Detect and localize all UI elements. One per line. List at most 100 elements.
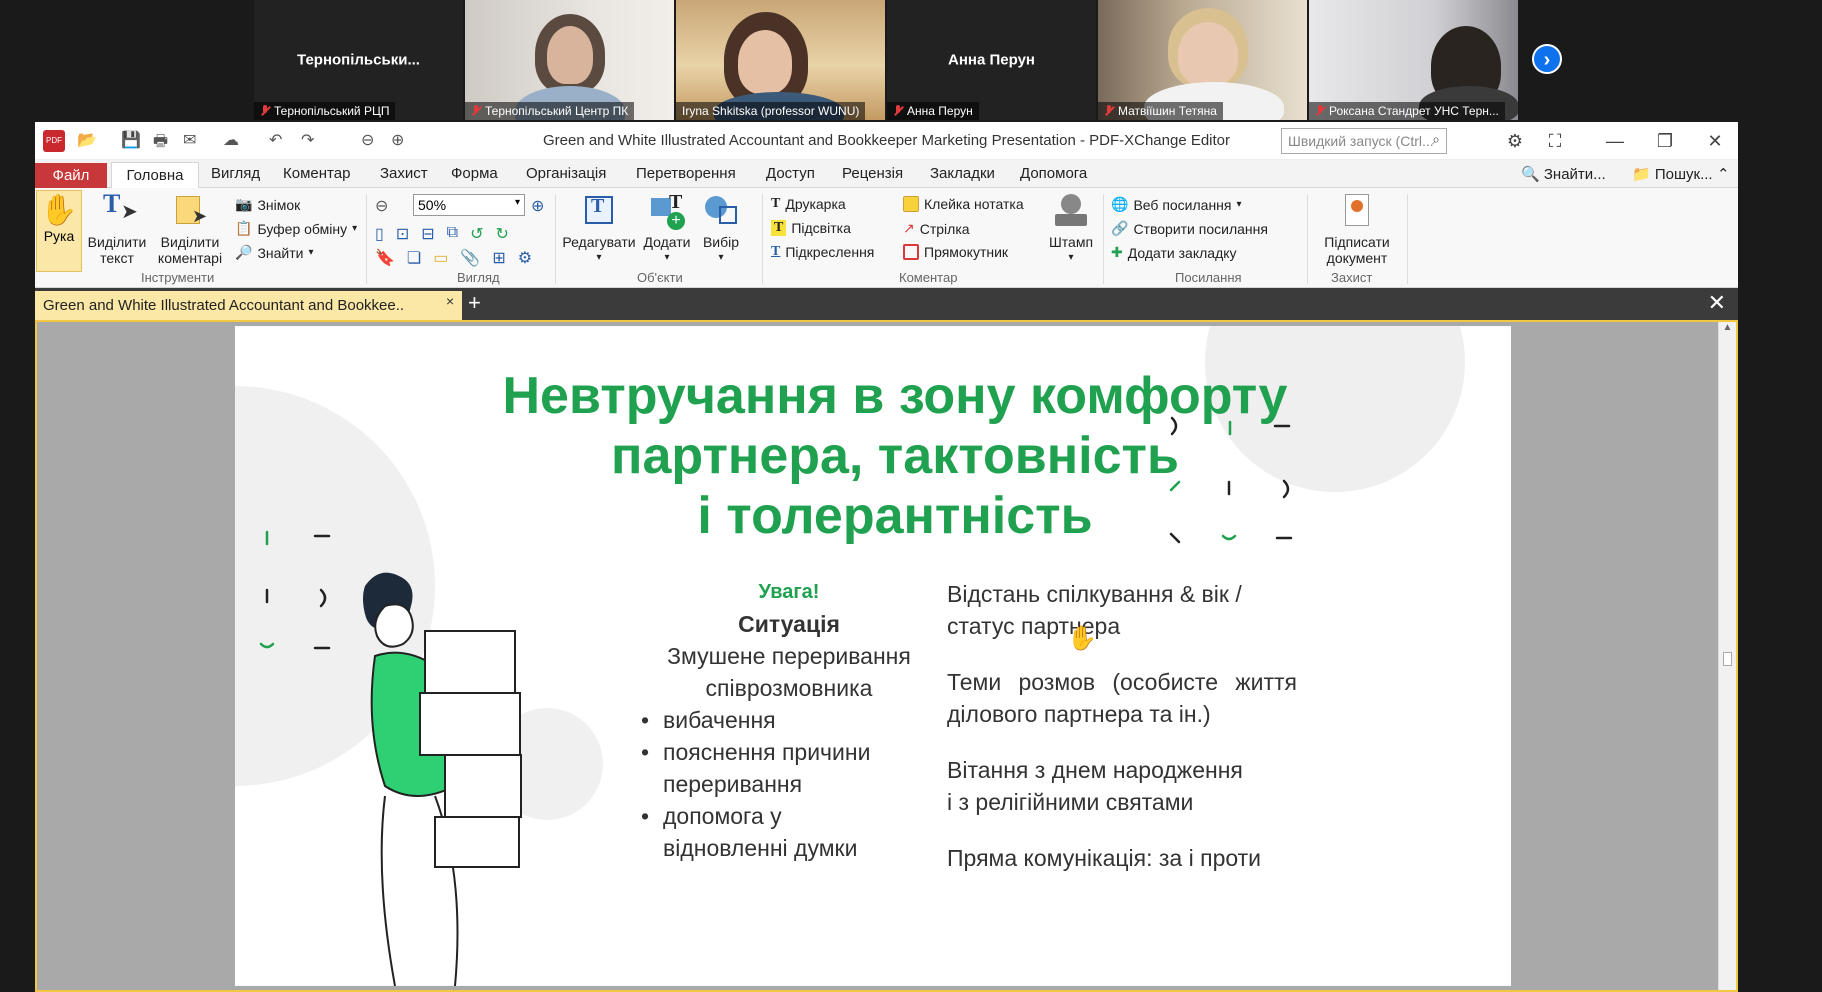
typewriter-button[interactable]: T Друкарка xyxy=(771,196,846,212)
edit-button[interactable]: T Редагувати ▾ xyxy=(561,192,637,266)
participant-tile[interactable]: Роксана Стандрет УНС Терн... xyxy=(1309,0,1518,120)
participant-tile-active-speaker[interactable]: Iryna Shkitska (professor WUNU) xyxy=(676,0,885,120)
ribbon-separator xyxy=(555,194,556,284)
select-comments-button[interactable]: ➤ Виділити коментарі xyxy=(151,192,229,266)
properties-icon[interactable]: ⚙ xyxy=(518,248,532,268)
collapse-ribbon-icon[interactable]: ⌃ xyxy=(1717,165,1730,183)
hand-tool-button[interactable]: ✋ Рука xyxy=(36,190,82,272)
right-paragraph-2: і з релігійними святами xyxy=(947,789,1194,815)
scroll-up-icon[interactable]: ▲ xyxy=(1719,322,1736,333)
menu-home[interactable]: Головна xyxy=(111,162,199,189)
camera-icon: 📷 xyxy=(235,196,253,212)
menu-form[interactable]: Форма xyxy=(451,165,498,182)
fullscreen-icon[interactable]: ⛶ xyxy=(1535,128,1575,154)
find-button[interactable]: 🔍 Знайти... xyxy=(1521,165,1606,183)
fit-width-icon[interactable]: ⊟ xyxy=(421,224,434,244)
select-objects-label: Вибір xyxy=(702,234,740,250)
menu-file[interactable]: Файл xyxy=(35,163,107,188)
participant-tile[interactable]: Матвіїшин Тетяна xyxy=(1098,0,1307,120)
illustration-box xyxy=(444,754,522,818)
scroll-thumb[interactable] xyxy=(1723,652,1732,666)
find-tool-button[interactable]: 🔎 Знайти ▾ xyxy=(235,244,314,261)
group-label-protect: Захист xyxy=(1331,270,1373,285)
menu-convert[interactable]: Перетворення xyxy=(636,165,736,182)
hand-cursor-icon: ✋ xyxy=(1067,625,1097,652)
ribbon-separator xyxy=(1103,194,1104,284)
search-button[interactable]: 📁 Пошук... xyxy=(1632,165,1713,183)
participant-tile[interactable]: Анна Перун Анна Перун xyxy=(887,0,1096,120)
settings-icon[interactable]: ⚙ xyxy=(1495,128,1535,154)
attachment-icon[interactable]: 📎 xyxy=(460,248,480,268)
stamp-button[interactable]: Штамп ▾ xyxy=(1045,192,1097,266)
select-text-icon: T ➤ xyxy=(103,189,138,223)
zoom-in-icon[interactable]: ⊕ xyxy=(531,196,544,216)
close-window-button[interactable]: ✕ xyxy=(1695,128,1735,154)
vertical-scrollbar[interactable]: ▲ xyxy=(1718,322,1736,990)
menu-help[interactable]: Допомога xyxy=(1020,165,1087,182)
sticky-note-button[interactable]: Клейка нотатка xyxy=(903,196,1024,212)
participant-label: Тернопільський РЦП xyxy=(254,102,396,120)
stamp-icon xyxy=(1051,192,1091,232)
rotate-left-icon[interactable]: ↺ xyxy=(470,224,483,244)
document-tab-bar: Green and White Illustrated Accountant a… xyxy=(35,288,1738,320)
web-links-button[interactable]: 🌐 Веб посилання ▾ xyxy=(1111,196,1242,213)
list-item: вибачення xyxy=(641,704,901,736)
participant-tile[interactable]: Тернопільський Центр ПК xyxy=(465,0,674,120)
right-paragraph: Пряма комунікація: за і проти xyxy=(947,845,1262,871)
quick-launch-input[interactable]: Швидкий запуск (Ctrl... ⌕ xyxy=(1281,128,1447,154)
add-label: Додати xyxy=(643,234,691,250)
underline-button[interactable]: T Підкреслення xyxy=(771,244,874,260)
sign-document-button[interactable]: Підписати документ xyxy=(1317,192,1397,266)
next-page-button[interactable]: › xyxy=(1532,44,1562,74)
highlight-button[interactable]: T Підсвітка xyxy=(771,220,851,236)
link-icon: 🔗 xyxy=(1111,220,1129,236)
rectangle-icon xyxy=(903,244,919,260)
zoom-out-icon[interactable]: ⊖ xyxy=(375,196,388,216)
menu-comment[interactable]: Коментар xyxy=(283,165,350,182)
new-tab-button[interactable]: + xyxy=(468,292,481,314)
close-tab-icon[interactable]: × xyxy=(446,293,454,309)
destinations-icon[interactable]: ⊞ xyxy=(492,248,505,268)
restore-button[interactable]: ❐ xyxy=(1645,128,1685,154)
add-button[interactable]: T + Додати ▾ xyxy=(639,192,695,266)
arrow-button[interactable]: ↗ Стрілка xyxy=(903,220,970,237)
fit-page-icon[interactable]: ⊡ xyxy=(396,224,409,244)
mic-muted-icon xyxy=(893,105,903,117)
find-label: Знайти... xyxy=(1543,166,1606,183)
fit-visible-icon[interactable]: ⧉ xyxy=(447,224,458,244)
find-doc-icon: 🔎 xyxy=(235,244,253,260)
chevron-down-icon: ▾ xyxy=(308,247,314,258)
ribbon-separator xyxy=(366,194,367,284)
bookmark-icon[interactable]: 🔖 xyxy=(375,248,395,268)
pages-icon[interactable]: ❏ xyxy=(407,248,421,268)
close-all-tabs-icon[interactable]: ✕ xyxy=(1708,290,1726,316)
participant-tile[interactable]: Тернопільськи... Тернопільський РЦП xyxy=(254,0,463,120)
snapshot-button[interactable]: 📷 Знімок xyxy=(235,196,300,213)
rectangle-button[interactable]: Прямокутник xyxy=(903,244,1008,260)
menu-view[interactable]: Вигляд xyxy=(211,165,260,182)
right-paragraph: Теми розмов (особисте життя ділового пар… xyxy=(947,669,1297,727)
menu-protect[interactable]: Захист xyxy=(380,165,428,182)
rotate-right-icon[interactable]: ↻ xyxy=(495,224,508,244)
add-bookmark-button[interactable]: ✚ Додати закладку xyxy=(1111,244,1237,261)
situation-bullets: вибачення пояснення причини переривання … xyxy=(641,704,901,864)
actual-size-icon[interactable]: ▯ xyxy=(375,224,384,244)
select-comments-label: Виділити xyxy=(160,234,220,250)
clipboard-button[interactable]: 📋 Буфер обміну ▾ xyxy=(235,220,357,237)
man-carrying-boxes-illustration xyxy=(363,572,522,986)
zoom-select[interactable]: 50% ▾ xyxy=(413,194,525,216)
menu-bookmarks[interactable]: Закладки xyxy=(930,165,995,182)
create-link-button[interactable]: 🔗 Створити посилання xyxy=(1111,220,1268,237)
menu-organize[interactable]: Організація xyxy=(526,165,606,182)
document-view[interactable]: Невтручання в зону комфорту партнера, та… xyxy=(35,320,1738,992)
find-icon: 🔍 xyxy=(1521,166,1540,183)
select-objects-button[interactable]: Вибір ▾ xyxy=(695,192,747,266)
minimize-button[interactable]: — xyxy=(1595,128,1635,154)
document-tab[interactable]: Green and White Illustrated Accountant a… xyxy=(35,291,462,320)
participant-label-text: Тернопільський РЦП xyxy=(274,104,390,118)
menu-review[interactable]: Рецензія xyxy=(842,165,903,182)
right-paragraph: Вітання з днем народження xyxy=(947,757,1243,783)
menu-share[interactable]: Доступ xyxy=(766,165,815,182)
comments-icon[interactable]: ▭ xyxy=(433,248,448,268)
select-text-button[interactable]: T ➤ Виділити текст xyxy=(85,189,149,267)
